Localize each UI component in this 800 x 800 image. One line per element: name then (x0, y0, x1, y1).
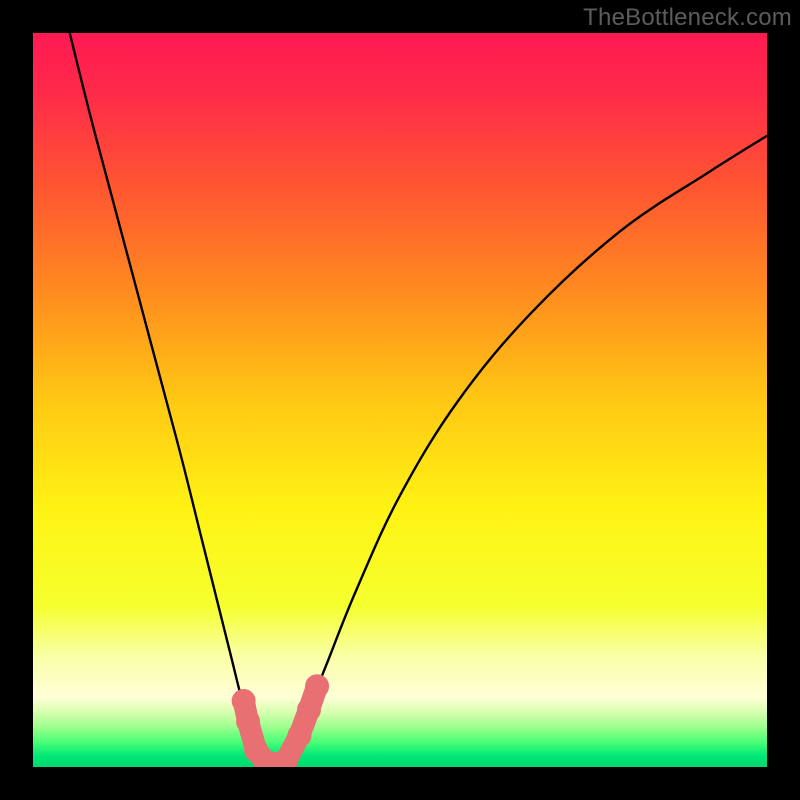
marker-dot (232, 689, 256, 713)
outer-frame: TheBottleneck.com (0, 0, 800, 800)
marker-dot (297, 698, 321, 722)
chart-svg (33, 33, 767, 767)
plot-area (33, 33, 767, 767)
marker-dot (287, 723, 311, 747)
gradient-background (33, 33, 767, 767)
marker-dot (236, 709, 260, 733)
marker-dot (305, 674, 329, 698)
watermark-text: TheBottleneck.com (583, 4, 792, 32)
